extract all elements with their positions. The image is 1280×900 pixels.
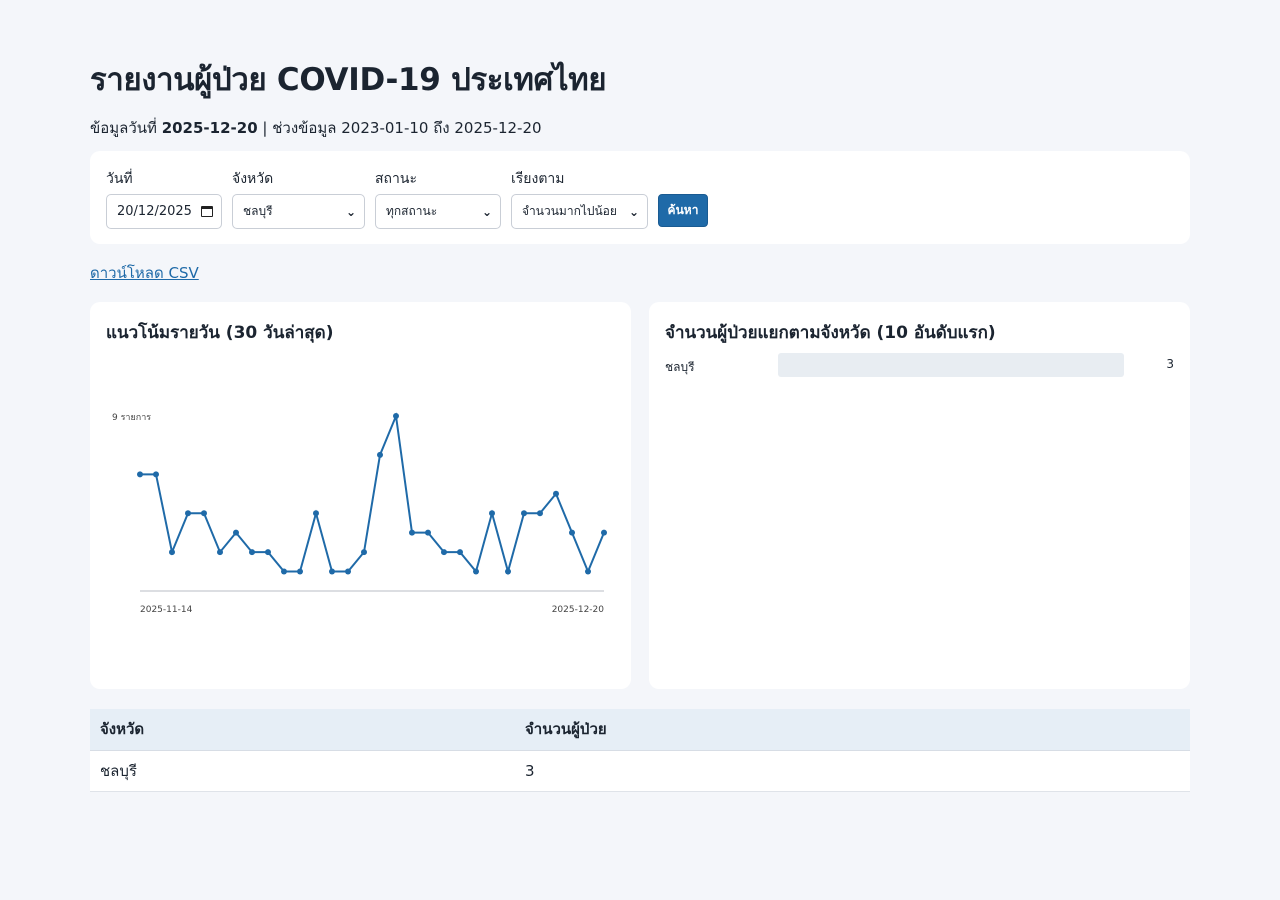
date-filter: วันที่ 20/12/2025 [106, 168, 222, 229]
province-table: จังหวัด จำนวนผู้ป่วย ชลบุรี 3 [90, 709, 1190, 792]
trend-point [297, 568, 303, 575]
trend-point [553, 490, 559, 497]
trend-chart: 9 รายการ 2025-11-14 2025-12-20 [112, 412, 607, 615]
status-filter: สถานะ ทุกสถานะ ⌄ [375, 168, 501, 229]
province-bar-label: ชลบุรี [665, 360, 695, 374]
province-bar-row: ชลบุรี 3 [665, 353, 1174, 377]
province-label: จังหวัด [232, 171, 274, 187]
filter-panel: วันที่ 20/12/2025 จังหวัด ชลบุรี ⌄ สถานะ… [90, 151, 1190, 244]
province-bar-value: 3 [1166, 357, 1174, 371]
province-card-title: จำนวนผู้ป่วยแยกตามจังหวัด (10 อันดับแรก) [665, 323, 996, 343]
search-button[interactable]: ค้นหา [658, 194, 708, 227]
trend-point [585, 568, 591, 575]
subtitle-prefix: ข้อมูลวันที่ [90, 119, 162, 137]
subtitle-range: | ช่วงข้อมูล 2023-01-10 ถึง 2025-12-20 [257, 119, 542, 137]
table-row: ชลบุรี 3 [90, 750, 1190, 792]
trend-point [601, 529, 607, 536]
trend-point [217, 549, 223, 556]
province-value: ชลบุรี [243, 204, 273, 218]
trend-point [569, 529, 575, 536]
trend-point [409, 529, 415, 536]
date-input[interactable]: 20/12/2025 [106, 194, 222, 229]
province-bar-track [778, 353, 1124, 377]
trend-point [489, 510, 495, 517]
chevron-down-icon: ⌄ [481, 204, 492, 219]
trend-point [345, 568, 351, 575]
column-header-count: จำนวนผู้ป่วย [515, 709, 1190, 751]
page-subtitle: ข้อมูลวันที่ 2025-12-20 | ช่วงข้อมูล 202… [90, 116, 542, 140]
chevron-down-icon: ⌄ [628, 204, 639, 219]
trend-point [313, 510, 319, 517]
cell-count: 3 [515, 750, 1190, 792]
trend-point [505, 568, 511, 575]
status-select[interactable]: ทุกสถานะ ⌄ [375, 194, 501, 229]
series-layer [137, 412, 607, 576]
y-max-label: 9 รายการ [112, 413, 151, 423]
trend-point [281, 568, 287, 575]
trend-point [153, 471, 159, 478]
column-header-province: จังหวัด [90, 709, 515, 751]
trend-point [393, 413, 399, 419]
download-csv-link[interactable]: ดาวน์โหลด CSV [90, 261, 199, 285]
trend-point [249, 549, 255, 556]
trend-point [201, 510, 207, 517]
table-header-row: จังหวัด จำนวนผู้ป่วย [90, 709, 1190, 751]
x-start-label: 2025-11-14 [140, 605, 193, 615]
trend-point [425, 529, 431, 536]
province-card: จำนวนผู้ป่วยแยกตามจังหวัด (10 อันดับแรก)… [649, 302, 1190, 689]
status-value: ทุกสถานะ [386, 204, 438, 218]
x-end-label: 2025-12-20 [552, 605, 605, 615]
trend-point [457, 549, 463, 556]
chevron-down-icon: ⌄ [345, 204, 356, 219]
trend-point [473, 568, 479, 575]
province-select[interactable]: ชลบุรี ⌄ [232, 194, 365, 229]
trend-point [361, 549, 367, 556]
date-value: 20/12/2025 [117, 204, 192, 219]
calendar-icon[interactable] [201, 206, 213, 217]
cell-province: ชลบุรี [90, 750, 515, 792]
trend-point [185, 510, 191, 517]
trend-point [169, 549, 175, 556]
sort-label: เรียงตาม [511, 171, 565, 187]
subtitle-date: 2025-12-20 [161, 119, 258, 137]
status-label: สถานะ [375, 171, 417, 187]
trend-card: แนวโน้มรายวัน (30 วันล่าสุด) 9 รายการ 20… [90, 302, 631, 689]
province-filter: จังหวัด ชลบุรี ⌄ [232, 168, 365, 229]
sort-value: จำนวนมากไปน้อย [522, 204, 617, 218]
trend-point [233, 529, 239, 536]
trend-point [137, 471, 143, 478]
trend-point [521, 510, 527, 517]
sort-select[interactable]: จำนวนมากไปน้อย ⌄ [511, 194, 648, 229]
date-label: วันที่ [106, 171, 133, 187]
trend-point [265, 549, 271, 556]
sort-filter: เรียงตาม จำนวนมากไปน้อย ⌄ [511, 168, 648, 229]
page-title: รายงานผู้ป่วย COVID-19 ประเทศไทย [90, 62, 607, 98]
trend-point [441, 549, 447, 556]
trend-point [537, 510, 543, 517]
trend-point [377, 451, 383, 458]
trend-line [140, 412, 605, 576]
trend-point [329, 568, 335, 575]
